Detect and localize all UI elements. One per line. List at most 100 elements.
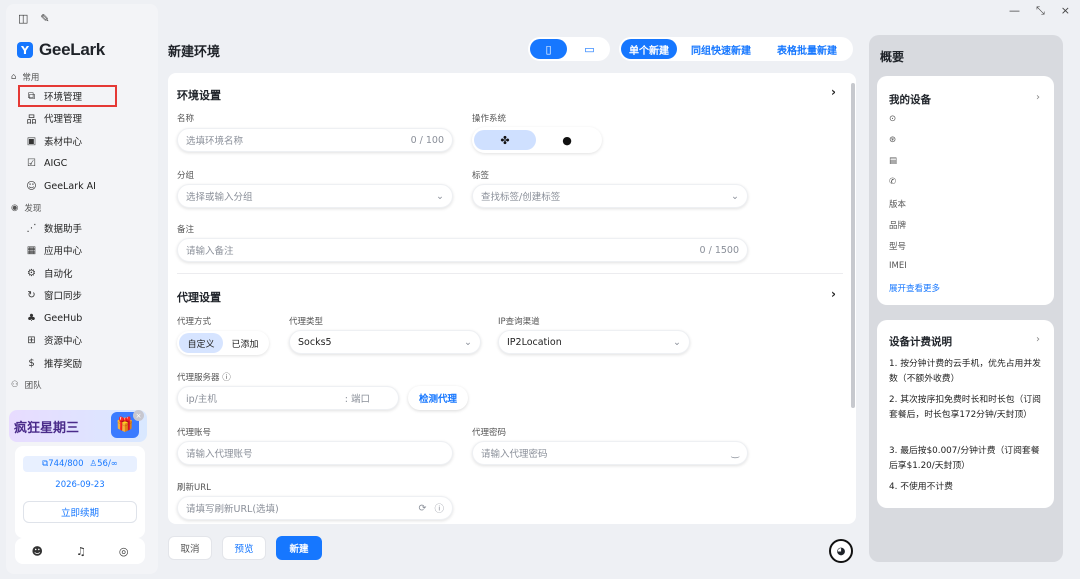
sidebar-toggle-icon[interactable]: ◫ [18,12,28,25]
scrollbar[interactable] [851,83,855,408]
group-label: 分组 [177,171,195,181]
edit-icon[interactable]: ✎ [40,12,49,25]
refresh-icon[interactable]: ⟳ [419,503,427,514]
option-custom[interactable]: 自定义 [179,333,223,353]
chevron-right-icon[interactable]: › [1036,92,1040,103]
env-name-input[interactable]: 选填环境名称 0 / 100 [177,128,453,152]
proxy-type-label: 代理类型 [289,317,324,327]
cancel-button[interactable]: 取消 [168,536,212,560]
sidebar-item-resource-center[interactable]: ⊞ 资源中心 [25,331,82,349]
sidebar-item-media-center[interactable]: ▣ 素材中心 [25,132,82,150]
detect-proxy-button[interactable]: 检测代理 [408,386,468,410]
chevron-right-icon[interactable]: › [831,85,836,99]
quota-card: ⧉744/800 ♙56/∞ 2026-09-23 立即续期 [15,446,145,538]
sidebar-item-data-assistant[interactable]: ⋰ 数据助手 [25,219,83,237]
group-select[interactable]: 选择或输入分组 ⌄ [177,184,453,208]
sim-icon: ▤ [889,156,898,166]
name-label: 名称 [177,114,195,124]
robot-icon: ☺ [26,180,37,192]
resource-icon: ⊞ [27,334,36,346]
billing-item: 3. 最后按$0.007/分钟计费（订阅套餐后享$1.20/天封顶） [889,446,1040,471]
show-more-link[interactable]: 展开查看更多 [889,282,940,294]
device-count: ⧉744/800 [42,459,84,469]
automation-icon: ⚙ [27,267,36,279]
chevron-down-icon: ⌄ [673,336,681,348]
assistant-eye-icon[interactable]: ◕ [829,539,853,563]
user-count: ♙56/∞ [89,459,118,469]
version-field: 版本 [889,200,907,210]
phone-call-icon: ✆ [889,177,897,187]
minimize-icon[interactable]: — [1009,4,1020,18]
promo-banner[interactable]: 疯狂星期三 🎁 × [9,410,147,442]
bell-icon[interactable]: ♫ [76,545,86,558]
ip-channel-select[interactable]: IP2Location ⌄ [498,330,690,354]
proxy-host-input[interactable]: ip/主机 : 端口 [177,386,399,410]
proxy-type-select[interactable]: Socks5 ⌄ [289,330,481,354]
device-type-toggle: ▯ ▭ [528,37,610,61]
promo-title: 疯狂星期三 [14,421,80,436]
proxy-server-label: 代理服务器 ⓘ [177,373,231,383]
close-icon[interactable]: × [1061,4,1070,18]
profile-icon[interactable]: ◎ [119,545,129,558]
tab-group-quick-create[interactable]: 同组快速新建 [679,39,763,59]
android-icon[interactable]: ✤ [474,130,536,150]
tag-select[interactable]: 查找标签/创建标签 ⌄ [472,184,748,208]
proxy-method-toggle: 自定义 已添加 [177,331,269,355]
sidebar-item-geehub[interactable]: ♣ GeeHub [25,309,82,327]
tab-table-batch-create[interactable]: 表格批量新建 [765,39,849,59]
window-icon: ⧉ [27,90,36,102]
apple-icon[interactable]: ● [536,130,598,150]
sidebar-item-app-center[interactable]: ▦ 应用中心 [25,241,82,259]
create-mode-tabs: 单个新建 同组快速新建 表格批量新建 [619,37,853,61]
chevron-down-icon: ⌄ [436,190,444,202]
imei-field: IMEI [889,261,907,271]
grid-icon: ▦ [26,244,37,256]
option-added[interactable]: 已添加 [223,333,267,353]
support-icon[interactable]: ☻ [32,545,43,558]
network-icon: ⊛ [889,135,897,145]
sidebar-item-window-sync[interactable]: ↻ 窗口同步 [25,286,82,304]
phone-icon[interactable]: ▯ [530,39,567,59]
renew-button[interactable]: 立即续期 [23,501,137,523]
section-team[interactable]: ⚇ 团队 [11,379,42,391]
close-icon[interactable]: × [133,410,144,421]
my-devices-title: 我的设备 [889,94,931,106]
create-button[interactable]: 新建 [276,536,322,560]
refresh-url-input[interactable]: 请填写刷新URL(选填) ⟳ ⓘ [177,496,453,520]
sidebar-item-geelark-ai[interactable]: ☺ GeeLark AI [25,177,96,195]
chevron-right-icon[interactable]: › [831,287,836,301]
info-icon[interactable]: ⓘ [434,501,444,515]
sidebar-item-aigc[interactable]: ☑ AIGC [25,154,67,172]
help-icon[interactable]: ⓘ [222,373,231,383]
preview-button[interactable]: 预览 [222,536,266,560]
proxy-password-input[interactable]: 请输入代理密码 ‿ [472,441,748,465]
laptop-icon[interactable]: ▭ [571,39,608,59]
dollar-icon: $ [28,357,35,369]
ai-icon: ☑ [27,157,36,169]
team-icon: ⚇ [11,380,19,390]
sidebar-item-proxy-manage[interactable]: 品代理管理 [25,109,83,127]
chevron-right-icon[interactable]: › [1036,334,1040,345]
remark-label: 备注 [177,225,195,235]
restore-icon[interactable]: ⤡ [1036,4,1045,18]
location-icon: ⊙ [889,114,897,124]
sidebar-item-automation[interactable]: ⚙ 自动化 [25,264,73,282]
sidebar-item-referral[interactable]: $ 推荐奖励 [25,354,82,372]
eye-hidden-icon[interactable]: ‿ [731,448,739,459]
media-icon: ▣ [26,135,37,147]
tab-single-create[interactable]: 单个新建 [621,39,677,59]
my-devices-card: 我的设备 › ⊙ ⊛ ▤ ✆ 版本 品牌 型号 IMEI 展开查看更多 [877,76,1054,305]
overview-title: 概要 [880,50,905,64]
os-toggle: ✤ ● [472,127,602,153]
window-controls: — ⤡ × [1009,4,1070,18]
remark-input[interactable]: 请输入备注 0 / 1500 [177,238,748,262]
proxy-port-input[interactable]: : 端口 [345,391,370,405]
sidebar-item-env-manage[interactable]: ⧉ 环境管理 [18,85,117,107]
proxy-account-input[interactable]: 请输入代理账号 [177,441,453,465]
proxy-password-label: 代理密码 [472,428,507,438]
logo: Y GeeLark [17,40,105,60]
model-field: 型号 [889,242,907,252]
sidebar-bottom-bar: ☻ ♫ ◎ [15,538,145,564]
billing-item: 2. 其次按序扣免费时长和时长包（订阅套餐后，时长包享172分钟/天封顶） [889,395,1041,420]
chevron-down-icon: ⌄ [731,190,739,202]
